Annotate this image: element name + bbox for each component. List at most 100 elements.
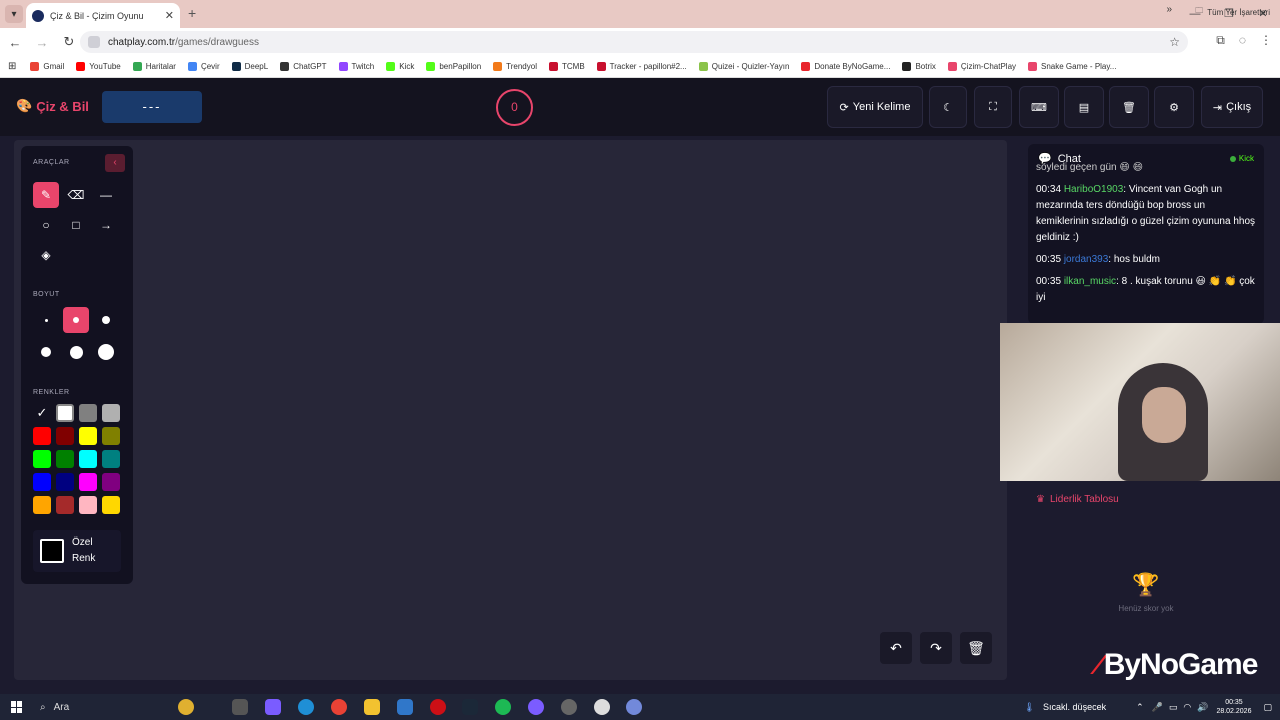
bookmark-item[interactable]: Çevir	[187, 62, 220, 71]
color-swatch[interactable]	[33, 427, 51, 445]
menu-icon[interactable]: ⋮	[1260, 33, 1272, 48]
color-swatch[interactable]	[56, 473, 74, 491]
bookmark-item[interactable]: TCMB	[548, 62, 585, 71]
color-swatch[interactable]	[79, 450, 97, 468]
edge-icon[interactable]	[298, 699, 314, 715]
file-explorer-icon[interactable]	[364, 699, 380, 715]
app-icon[interactable]	[528, 699, 544, 715]
task-view-icon[interactable]	[232, 699, 248, 715]
opera-icon[interactable]	[430, 699, 446, 715]
tray-overflow-icon[interactable]: ⌃	[1136, 702, 1144, 713]
chat-message-user[interactable]: jordan393	[1064, 254, 1108, 265]
bookmark-item[interactable]: Gmail	[30, 62, 64, 71]
size-option-5[interactable]	[63, 339, 89, 365]
site-info-icon[interactable]	[88, 36, 100, 48]
bookmark-item[interactable]: Twitch	[338, 62, 374, 71]
size-option-1[interactable]	[33, 307, 59, 333]
size-option-3[interactable]	[93, 307, 119, 333]
browser-tab[interactable]: Çiz & Bil - Çizim Oyunu ✕	[26, 3, 180, 28]
all-bookmarks[interactable]: 🗀 Tüm Yer İşaretleri	[1195, 5, 1270, 19]
custom-color-button[interactable]: Özel Renk	[33, 530, 121, 572]
tab-search-icon[interactable]: ▾	[5, 5, 23, 23]
undo-button[interactable]: ↶	[880, 632, 912, 664]
exit-button[interactable]: ⇥ Çıkış	[1201, 86, 1263, 128]
reload-icon[interactable]: ↻	[57, 34, 81, 50]
clear-canvas-button[interactable]: 🗑	[960, 632, 992, 664]
bookmark-item[interactable]: Trendyol	[493, 62, 537, 71]
bookmark-item[interactable]: Kick	[386, 62, 414, 71]
bookmark-item[interactable]: benPapillon	[426, 62, 481, 71]
arrow-tool[interactable]: →	[93, 212, 119, 238]
obs-icon[interactable]	[561, 699, 577, 715]
drawing-canvas[interactable]	[14, 140, 1007, 680]
steam-icon[interactable]	[462, 699, 478, 715]
new-tab-icon[interactable]: +	[188, 5, 196, 21]
theme-toggle-button[interactable]: ☾	[929, 86, 967, 128]
bookmark-item[interactable]: Haritalar	[132, 62, 176, 71]
network-icon[interactable]: ▭	[1169, 702, 1178, 713]
new-word-button[interactable]: ⟳ Yeni Kelime	[827, 86, 923, 128]
rectangle-tool[interactable]: □	[63, 212, 89, 238]
spotify-icon[interactable]	[495, 699, 511, 715]
forward-icon[interactable]: →	[30, 35, 54, 50]
mail-icon[interactable]	[397, 699, 413, 715]
chat-message-user[interactable]: ilkan_music	[1064, 276, 1116, 287]
bookmark-item[interactable]: DeepL	[231, 62, 268, 71]
color-swatch[interactable]	[79, 427, 97, 445]
size-option-2[interactable]	[63, 307, 89, 333]
eraser-tool[interactable]: ⌫	[63, 182, 89, 208]
color-swatch[interactable]	[102, 427, 120, 445]
trash-button[interactable]: 🗑	[1109, 86, 1149, 128]
discord-icon[interactable]	[626, 699, 642, 715]
bookmark-item[interactable]: Botrix	[902, 62, 936, 71]
circle-tool[interactable]: ○	[33, 212, 59, 238]
tab-close-icon[interactable]: ✕	[165, 9, 174, 22]
chat-message-user[interactable]: HariboO1903	[1064, 184, 1123, 195]
fill-tool[interactable]: ◈	[33, 242, 59, 268]
color-swatch[interactable]	[79, 473, 97, 491]
bookmark-item[interactable]: Donate ByNoGame...	[801, 62, 890, 71]
bookmark-item[interactable]: Quizei - Quizler-Yayın	[698, 62, 789, 71]
bookmark-item[interactable]: Çizim-ChatPlay	[947, 62, 1016, 71]
microphone-icon[interactable]: 🎤	[1152, 702, 1163, 713]
address-bar[interactable]: chatplay.com.tr/games/drawguess ☆	[80, 31, 1188, 53]
volume-icon[interactable]: 🔊	[1197, 702, 1208, 713]
bookmark-star-icon[interactable]: ☆	[1169, 35, 1180, 49]
color-swatch[interactable]	[102, 496, 120, 514]
color-swatch[interactable]	[33, 450, 51, 468]
color-swatch[interactable]	[56, 427, 74, 445]
collapse-panel-button[interactable]: ‹	[105, 154, 125, 172]
fullscreen-button[interactable]: ⛶	[974, 86, 1012, 128]
settings-button[interactable]: ⚙	[1154, 86, 1194, 128]
app-icon[interactable]	[594, 699, 610, 715]
color-swatch[interactable]	[33, 473, 51, 491]
profile-icon[interactable]: ◌	[1239, 33, 1246, 48]
brush-tool[interactable]: ✎	[33, 182, 59, 208]
redo-button[interactable]: ↷	[920, 632, 952, 664]
bookmarks-overflow-icon[interactable]: »	[1166, 4, 1172, 15]
bookmark-item[interactable]: Tracker - papillon#2...	[596, 62, 687, 71]
line-tool[interactable]: —	[93, 182, 119, 208]
weather-text[interactable]: Sıcakl. düşecek	[1043, 702, 1106, 712]
app-logo[interactable]: 🎨 Çiz & Bil	[16, 98, 89, 114]
color-swatch[interactable]	[56, 450, 74, 468]
color-swatch[interactable]	[56, 404, 74, 422]
copilot-icon[interactable]	[178, 699, 194, 715]
clock[interactable]: 00:35 28.02.2026	[1216, 698, 1251, 716]
archive-button[interactable]: ▤	[1064, 86, 1104, 128]
copilot-app-icon[interactable]	[265, 699, 281, 715]
color-swatch[interactable]	[33, 496, 51, 514]
color-swatch[interactable]: ✓	[33, 404, 51, 422]
color-swatch[interactable]	[102, 473, 120, 491]
notifications-icon[interactable]: ▢	[1263, 702, 1272, 713]
bookmark-item[interactable]: ChatGPT	[280, 62, 327, 71]
color-swatch[interactable]	[102, 404, 120, 422]
keyboard-button[interactable]: ⌨	[1019, 86, 1059, 128]
apps-icon[interactable]: ⊞	[8, 61, 16, 72]
color-swatch[interactable]	[102, 450, 120, 468]
back-icon[interactable]: ←	[3, 35, 27, 50]
color-swatch[interactable]	[79, 496, 97, 514]
windows-start-icon[interactable]	[11, 701, 23, 713]
size-option-6[interactable]	[93, 339, 119, 365]
chrome-icon[interactable]	[331, 699, 347, 715]
